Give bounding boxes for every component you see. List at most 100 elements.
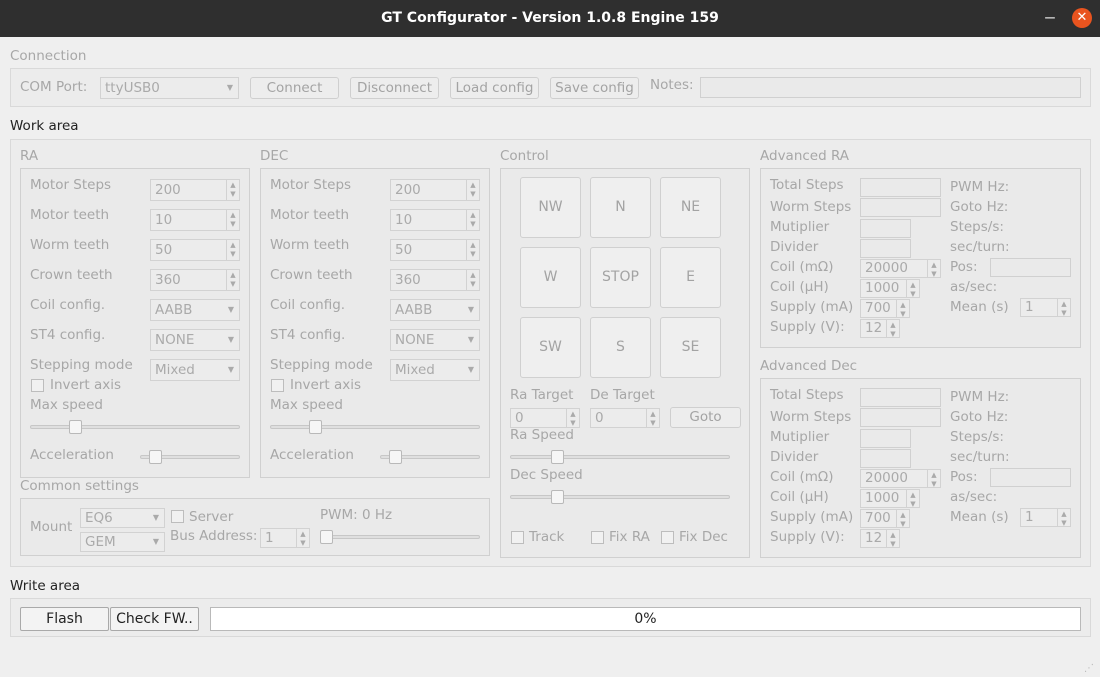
dec-st4-select[interactable]: NONE ▼ xyxy=(390,329,480,351)
spin-arrows-icon[interactable]: ▲ ▼ xyxy=(927,470,940,488)
ra-max-speed-slider[interactable] xyxy=(69,420,82,434)
dec-motor-teeth-input[interactable]: 10 ▲ ▼ xyxy=(390,209,480,231)
dec-speed-slider[interactable] xyxy=(551,490,564,504)
dec-st4-value: NONE xyxy=(395,332,435,348)
ra-heading: RA xyxy=(20,148,39,164)
de-target-input[interactable]: 0 ▲ ▼ xyxy=(590,408,660,428)
adv-ra-mean-input[interactable]: 1 ▲ ▼ xyxy=(1020,298,1071,317)
write-progress-bar: 0% xyxy=(210,607,1081,631)
spin-arrows-icon[interactable]: ▲ ▼ xyxy=(886,320,899,338)
ra-max-speed-track[interactable] xyxy=(30,425,240,429)
com-port-select[interactable]: ttyUSB0 ▼ xyxy=(100,77,239,99)
bus-address-input[interactable]: 1 ▲ ▼ xyxy=(260,528,310,548)
pwm-label: PWM: 0 Hz xyxy=(320,507,393,523)
dec-worm-teeth-input[interactable]: 50 ▲ ▼ xyxy=(390,239,480,261)
adv-ra-supply-v-input[interactable]: 12 ▲ ▼ xyxy=(860,319,900,338)
dec-coil-select[interactable]: AABB ▼ xyxy=(390,299,480,321)
mount-type-select[interactable]: GEM ▼ xyxy=(80,532,165,552)
spin-arrows-icon[interactable]: ▲ ▼ xyxy=(466,240,479,260)
spin-arrows-icon[interactable]: ▲ ▼ xyxy=(1057,509,1070,527)
dec-stepping-label: Stepping mode xyxy=(270,357,373,373)
spin-arrows-icon[interactable]: ▲ ▼ xyxy=(1057,299,1070,317)
spin-arrows-icon[interactable]: ▲ ▼ xyxy=(296,529,309,547)
spin-arrows-icon[interactable]: ▲ ▼ xyxy=(226,180,239,200)
ra-invert-checkbox[interactable] xyxy=(31,379,44,392)
load-config-button[interactable]: Load config xyxy=(450,77,539,99)
ra-motor-teeth-value: 10 xyxy=(155,212,173,228)
ra-worm-teeth-input[interactable]: 50 ▲ ▼ xyxy=(150,239,240,261)
spin-arrows-icon[interactable]: ▲ ▼ xyxy=(466,270,479,290)
notes-input[interactable] xyxy=(700,77,1081,98)
stop-button[interactable]: STOP xyxy=(590,247,651,308)
ra-st4-select[interactable]: NONE ▼ xyxy=(150,329,240,351)
adv-dec-coil-r-input[interactable]: 20000 ▲ ▼ xyxy=(860,469,941,488)
dec-speed-track[interactable] xyxy=(510,495,730,499)
connect-button[interactable]: Connect xyxy=(250,77,339,99)
move-s-button[interactable]: S xyxy=(590,317,651,378)
adv-dec-supply-ma-input[interactable]: 700 ▲ ▼ xyxy=(860,509,910,528)
ra-accel-slider[interactable] xyxy=(149,450,162,464)
fix-ra-checkbox[interactable] xyxy=(591,531,604,544)
spin-arrows-icon[interactable]: ▲ ▼ xyxy=(466,180,479,200)
adv-dec-coil-l-input[interactable]: 1000 ▲ ▼ xyxy=(860,489,920,508)
adv-ra-coil-l-label: Coil (μH) xyxy=(770,279,829,295)
dec-invert-checkbox[interactable] xyxy=(271,379,284,392)
spin-arrows-icon[interactable]: ▲ ▼ xyxy=(886,530,899,548)
spin-arrows-icon[interactable]: ▲ ▼ xyxy=(466,210,479,230)
spin-arrows-icon[interactable]: ▲ ▼ xyxy=(927,260,940,278)
spin-arrows-icon[interactable]: ▲ ▼ xyxy=(566,409,579,427)
spin-arrows-icon[interactable]: ▲ ▼ xyxy=(226,240,239,260)
resize-grip-icon[interactable]: ⋰ xyxy=(1084,663,1094,674)
ra-stepping-select[interactable]: Mixed ▼ xyxy=(150,359,240,381)
ra-crown-teeth-input[interactable]: 360 ▲ ▼ xyxy=(150,269,240,291)
dec-max-speed-slider[interactable] xyxy=(309,420,322,434)
fix-dec-checkbox[interactable] xyxy=(661,531,674,544)
move-n-button[interactable]: N xyxy=(590,177,651,238)
move-e-button[interactable]: E xyxy=(660,247,721,308)
spin-arrows-icon[interactable]: ▲ ▼ xyxy=(226,210,239,230)
move-ne-button[interactable]: NE xyxy=(660,177,721,238)
spin-arrows-icon[interactable]: ▲ ▼ xyxy=(226,270,239,290)
flash-button[interactable]: Flash xyxy=(20,607,109,631)
move-w-button[interactable]: W xyxy=(520,247,581,308)
ra-speed-slider[interactable] xyxy=(551,450,564,464)
adv-ra-coil-l-input[interactable]: 1000 ▲ ▼ xyxy=(860,279,920,298)
track-checkbox[interactable] xyxy=(511,531,524,544)
goto-button[interactable]: Goto xyxy=(670,407,741,428)
dec-max-speed-track[interactable] xyxy=(270,425,480,429)
spin-arrows-icon[interactable]: ▲ ▼ xyxy=(896,300,909,318)
adv-ra-divider-label: Divider xyxy=(770,239,819,255)
check-fw-button[interactable]: Check FW.. xyxy=(110,607,199,631)
move-sw-button[interactable]: SW xyxy=(520,317,581,378)
spin-arrows-icon[interactable]: ▲ ▼ xyxy=(646,409,659,427)
dec-motor-steps-input[interactable]: 200 ▲ ▼ xyxy=(390,179,480,201)
adv-dec-supply-v-input[interactable]: 12 ▲ ▼ xyxy=(860,529,900,548)
ra-st4-value: NONE xyxy=(155,332,195,348)
disconnect-button[interactable]: Disconnect xyxy=(350,77,439,99)
server-checkbox[interactable] xyxy=(171,510,184,523)
spin-arrows-icon[interactable]: ▲ ▼ xyxy=(896,510,909,528)
chevron-down-icon: ▼ xyxy=(227,335,234,344)
adv-ra-supply-ma-input[interactable]: 700 ▲ ▼ xyxy=(860,299,910,318)
pwm-slider[interactable] xyxy=(320,530,333,544)
close-icon[interactable]: ✕ xyxy=(1072,8,1092,28)
move-se-button[interactable]: SE xyxy=(660,317,721,378)
ra-motor-teeth-input[interactable]: 10 ▲ ▼ xyxy=(150,209,240,231)
adv-dec-mean-input[interactable]: 1 ▲ ▼ xyxy=(1020,508,1071,527)
adv-ra-coil-r-input[interactable]: 20000 ▲ ▼ xyxy=(860,259,941,278)
window-title-bar[interactable]: GT Configurator - Version 1.0.8 Engine 1… xyxy=(0,0,1100,37)
save-config-button[interactable]: Save config xyxy=(550,77,639,99)
spin-arrows-icon[interactable]: ▲ ▼ xyxy=(906,490,919,508)
ra-motor-steps-input[interactable]: 200 ▲ ▼ xyxy=(150,179,240,201)
spin-arrows-icon[interactable]: ▲ ▼ xyxy=(906,280,919,298)
dec-stepping-select[interactable]: Mixed ▼ xyxy=(390,359,480,381)
mount-select[interactable]: EQ6 ▼ xyxy=(80,508,165,528)
ra-coil-select[interactable]: AABB ▼ xyxy=(150,299,240,321)
move-nw-button[interactable]: NW xyxy=(520,177,581,238)
ra-speed-track[interactable] xyxy=(510,455,730,459)
dec-crown-teeth-input[interactable]: 360 ▲ ▼ xyxy=(390,269,480,291)
pwm-track[interactable] xyxy=(320,535,480,539)
dec-accel-slider[interactable] xyxy=(389,450,402,464)
minimize-icon[interactable]: ‒ xyxy=(1040,6,1060,30)
ra-target-input[interactable]: 0 ▲ ▼ xyxy=(510,408,580,428)
